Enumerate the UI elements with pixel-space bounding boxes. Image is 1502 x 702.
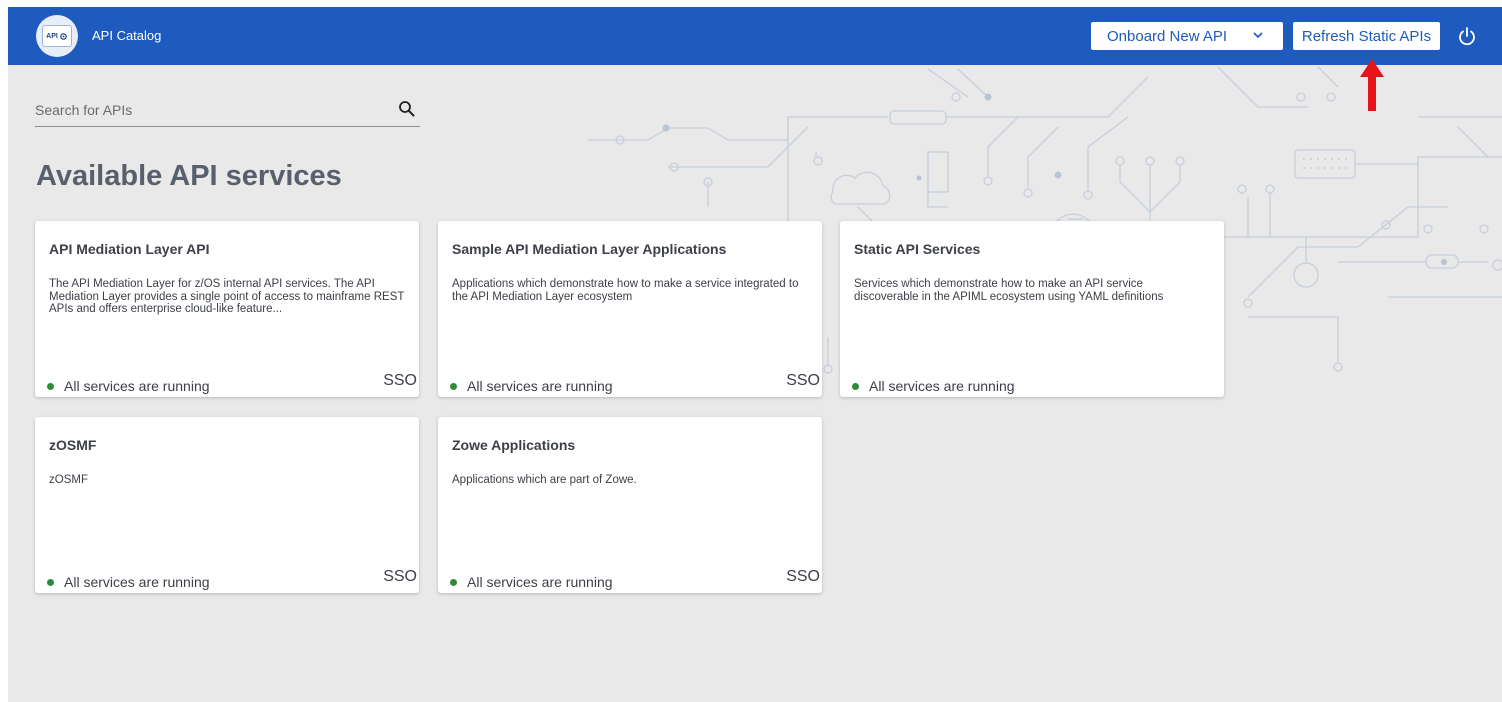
api-card-sample-apiml-applications[interactable]: Sample API Mediation Layer Applications … (438, 221, 822, 397)
card-status-text: All services are running (64, 378, 210, 394)
card-status-text: All services are running (869, 378, 1015, 394)
card-status-text: All services are running (64, 574, 210, 590)
status-dot-icon (852, 382, 859, 390)
page-title: Available API services (36, 160, 342, 192)
card-title: Sample API Mediation Layer Applications (452, 241, 727, 257)
search-icon[interactable] (398, 100, 416, 118)
api-card-static-api-services[interactable]: Static API Services Services which demon… (840, 221, 1224, 397)
refresh-static-apis-label: Refresh Static APIs (1301, 27, 1432, 45)
api-card-zowe-applications[interactable]: Zowe Applications Applications which are… (438, 417, 822, 593)
refresh-static-apis-button[interactable]: Refresh Static APIs (1293, 22, 1440, 50)
card-description: The API Mediation Layer for z/OS interna… (49, 278, 405, 315)
sso-badge: SSO (786, 568, 820, 585)
card-status: All services are running (852, 378, 1015, 394)
card-description: Applications which demonstrate how to ma… (452, 278, 799, 303)
app-title[interactable]: API Catalog (92, 28, 161, 43)
card-status: All services are running (47, 574, 210, 590)
card-title: Zowe Applications (452, 437, 576, 453)
logo-badge: API (42, 25, 72, 47)
onboard-new-api-label: Onboard New API (1107, 27, 1228, 45)
top-header-bar: API API Catalog Onboard New API Refresh … (8, 7, 1502, 65)
card-status-text: All services are running (467, 378, 613, 394)
search-bar (35, 93, 420, 127)
sso-badge: SSO (383, 568, 417, 585)
card-description: Services which demonstrate how to make a… (854, 278, 1164, 303)
power-icon[interactable] (1457, 25, 1477, 47)
sso-badge: SSO (786, 372, 820, 389)
search-input[interactable] (35, 99, 375, 121)
card-status: All services are running (450, 378, 613, 394)
card-title: API Mediation Layer API (49, 241, 210, 257)
red-up-arrow-annotation (1360, 59, 1384, 111)
status-dot-icon (47, 578, 54, 586)
status-dot-icon (47, 382, 54, 390)
api-catalog-logo-icon[interactable]: API (36, 15, 78, 57)
api-card-api-mediation-layer[interactable]: API Mediation Layer API The API Mediatio… (35, 221, 419, 397)
status-dot-icon (450, 382, 457, 390)
card-status: All services are running (47, 378, 210, 394)
card-title: zOSMF (49, 437, 97, 453)
api-catalog-app: API API Catalog Onboard New API Refresh … (8, 7, 1502, 702)
sso-badge: SSO (383, 372, 417, 389)
status-dot-icon (450, 578, 457, 586)
card-title: Static API Services (854, 241, 981, 257)
card-status-text: All services are running (467, 574, 613, 590)
onboard-new-api-dropdown[interactable]: Onboard New API (1091, 22, 1283, 50)
chevron-down-icon (1253, 32, 1263, 39)
card-description: zOSMF (49, 474, 88, 486)
logo-gear-icon (60, 32, 67, 40)
card-status: All services are running (450, 574, 613, 590)
api-card-zosmf[interactable]: zOSMF zOSMF All services are running SSO (35, 417, 419, 593)
logo-text: API (46, 32, 58, 40)
card-description: Applications which are part of Zowe. (452, 474, 637, 486)
